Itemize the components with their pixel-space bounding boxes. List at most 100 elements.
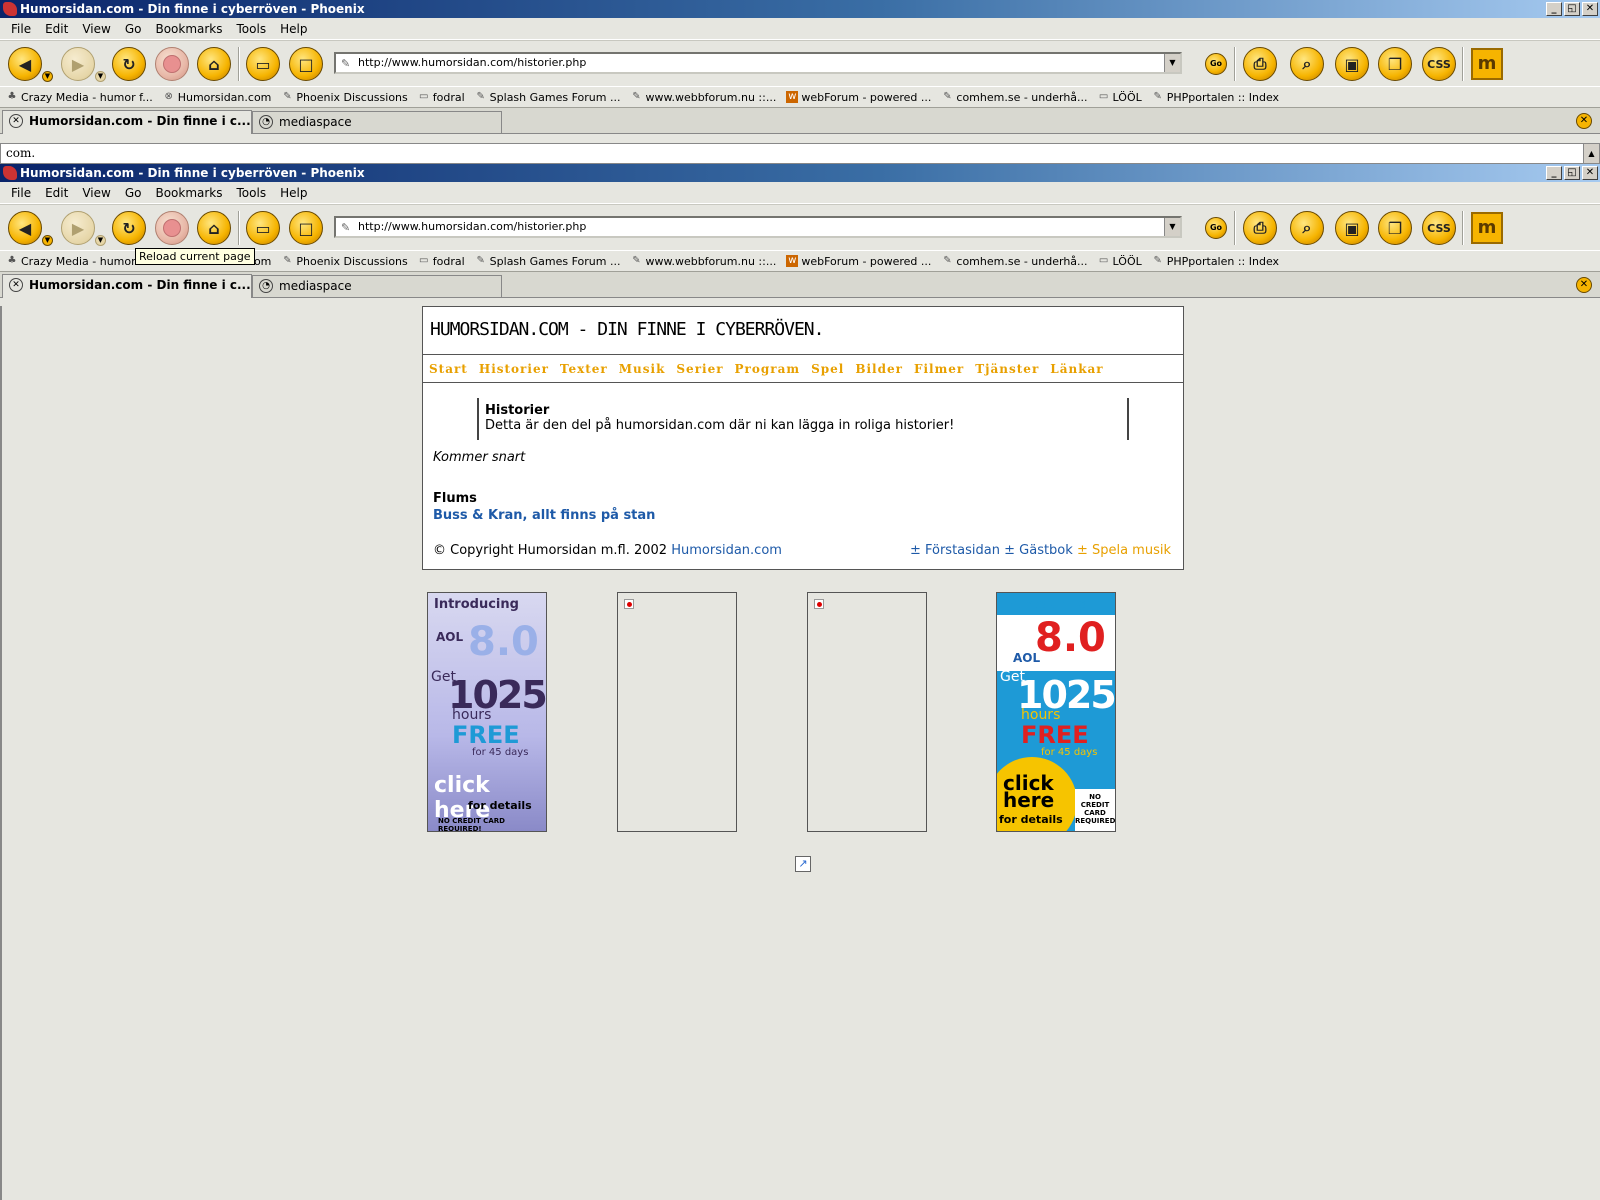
- m-logo-button[interactable]: m: [1471, 212, 1503, 244]
- close-button[interactable]: ✕: [1582, 2, 1598, 16]
- save-button[interactable]: ▣: [1335, 47, 1369, 81]
- tabs-button[interactable]: ❐: [1378, 47, 1412, 81]
- minimize-button[interactable]: _: [1546, 166, 1562, 180]
- menu-help[interactable]: Help: [273, 186, 314, 200]
- footer-link-start[interactable]: ± Förstasidan: [910, 543, 1000, 558]
- search-button[interactable]: ⌕: [1290, 211, 1324, 245]
- forward-button[interactable]: ▶: [61, 211, 95, 245]
- tab-mediaspace[interactable]: ◔ mediaspace: [252, 111, 502, 133]
- nav-lankar[interactable]: Länkar: [1050, 362, 1114, 376]
- m-logo-button[interactable]: m: [1471, 48, 1503, 80]
- menu-help[interactable]: Help: [273, 22, 314, 36]
- tab-mediaspace[interactable]: ◔ mediaspace: [252, 275, 502, 297]
- printer-button[interactable]: ⎙: [1243, 211, 1277, 245]
- bookmark-folder[interactable]: ▭ LÖÖL: [1098, 91, 1152, 104]
- menu-file[interactable]: File: [4, 186, 38, 200]
- restore-button[interactable]: ◱: [1564, 166, 1580, 180]
- print-button[interactable]: ▭: [246, 211, 280, 245]
- bookmark-folder[interactable]: ▭ fodral: [418, 255, 475, 268]
- forward-button[interactable]: ▶: [61, 47, 95, 81]
- bookmark-item[interactable]: ✎ www.webbforum.nu ::...: [630, 255, 786, 268]
- aol-banner-ad[interactable]: Introducing AOL 8.0 Get 1025 hours FREE …: [427, 592, 547, 832]
- nav-tjanster[interactable]: Tjänster: [975, 362, 1050, 376]
- bookmark-item[interactable]: ✎ www.webbforum.nu ::...: [630, 91, 786, 104]
- menu-tools[interactable]: Tools: [230, 22, 274, 36]
- go-button[interactable]: Go: [1205, 53, 1227, 75]
- menu-go[interactable]: Go: [118, 22, 149, 36]
- reload-button[interactable]: ↻: [112, 47, 146, 81]
- close-button[interactable]: ✕: [1582, 166, 1598, 180]
- menu-edit[interactable]: Edit: [38, 22, 75, 36]
- footer-link-guestbook[interactable]: ± Gästbok: [1004, 543, 1073, 558]
- minimize-button[interactable]: _: [1546, 2, 1562, 16]
- search-button[interactable]: ⌕: [1290, 47, 1324, 81]
- css-button[interactable]: CSS: [1422, 211, 1456, 245]
- nav-historier[interactable]: Historier: [479, 362, 560, 376]
- bookmark-item[interactable]: ♣ Crazy Media - humor f...: [6, 91, 163, 104]
- nav-musik[interactable]: Musik: [619, 362, 677, 376]
- url-dropdown-button[interactable]: ▼: [1164, 218, 1180, 236]
- css-button[interactable]: CSS: [1422, 47, 1456, 81]
- menu-file[interactable]: File: [4, 22, 38, 36]
- print-button[interactable]: ▭: [246, 47, 280, 81]
- nav-filmer[interactable]: Filmer: [914, 362, 975, 376]
- back-button[interactable]: ◀: [8, 211, 42, 245]
- menu-tools[interactable]: Tools: [230, 186, 274, 200]
- aol-banner-ad[interactable]: Introducing AOL 8.0 Get 1025 hours FREE …: [996, 592, 1116, 832]
- broken-image-ad[interactable]: [617, 592, 737, 832]
- url-field[interactable]: ✎ http://www.humorsidan.com/historier.ph…: [334, 216, 1182, 238]
- stop-button[interactable]: [155, 47, 189, 81]
- bookmark-item[interactable]: w webForum - powered ...: [786, 255, 941, 268]
- bookmark-item[interactable]: ✎ Splash Games Forum ...: [475, 91, 631, 104]
- new-window-button[interactable]: □: [289, 211, 323, 245]
- nav-start[interactable]: Start: [429, 362, 479, 376]
- menu-view[interactable]: View: [75, 186, 117, 200]
- footer-link-music[interactable]: ± Spela musik: [1077, 543, 1171, 558]
- forward-history-dropdown[interactable]: ▼: [95, 235, 106, 246]
- menu-edit[interactable]: Edit: [38, 186, 75, 200]
- nav-spel[interactable]: Spel: [811, 362, 855, 376]
- bookmark-item[interactable]: ✎ comhem.se - underhå...: [941, 255, 1097, 268]
- tab-humorsidan[interactable]: ✕ Humorsidan.com - Din finne i c...: [2, 110, 252, 134]
- bookmark-folder[interactable]: ▭ fodral: [418, 91, 475, 104]
- story-link[interactable]: Buss & Kran, allt finns på stan: [423, 506, 1183, 523]
- close-tab-icon[interactable]: ✕: [1576, 277, 1592, 293]
- nav-serier[interactable]: Serier: [676, 362, 734, 376]
- tab-humorsidan[interactable]: ✕ Humorsidan.com - Din finne i c...: [2, 274, 252, 298]
- menu-bookmarks[interactable]: Bookmarks: [148, 186, 229, 200]
- bookmark-item[interactable]: ✎ Phoenix Discussions: [281, 91, 417, 104]
- nav-program[interactable]: Program: [735, 362, 812, 376]
- bookmark-item[interactable]: ✎ Splash Games Forum ...: [475, 255, 631, 268]
- save-button[interactable]: ▣: [1335, 211, 1369, 245]
- scroll-up-icon[interactable]: ▲: [1583, 144, 1599, 163]
- footer-site-link[interactable]: Humorsidan.com: [671, 543, 782, 558]
- menu-go[interactable]: Go: [118, 186, 149, 200]
- stop-button[interactable]: [155, 211, 189, 245]
- printer-button[interactable]: ⎙: [1243, 47, 1277, 81]
- bookmark-item[interactable]: ✎ PHPportalen :: Index: [1152, 91, 1289, 104]
- nav-texter[interactable]: Texter: [560, 362, 619, 376]
- tabs-button[interactable]: ❐: [1378, 211, 1412, 245]
- nav-bilder[interactable]: Bilder: [855, 362, 914, 376]
- back-history-dropdown[interactable]: ▼: [42, 235, 53, 246]
- back-button[interactable]: ◀: [8, 47, 42, 81]
- forward-history-dropdown[interactable]: ▼: [95, 71, 106, 82]
- menu-view[interactable]: View: [75, 22, 117, 36]
- new-window-button[interactable]: □: [289, 47, 323, 81]
- back-history-dropdown[interactable]: ▼: [42, 71, 53, 82]
- stats-counter-icon[interactable]: ↗: [795, 856, 811, 872]
- bookmark-item[interactable]: ✎ Phoenix Discussions: [281, 255, 417, 268]
- bookmark-item[interactable]: ⊗ Humorsidan.com: [163, 91, 282, 104]
- url-dropdown-button[interactable]: ▼: [1164, 54, 1180, 72]
- restore-button[interactable]: ◱: [1564, 2, 1580, 16]
- broken-image-ad[interactable]: [807, 592, 927, 832]
- menu-bookmarks[interactable]: Bookmarks: [148, 22, 229, 36]
- home-button[interactable]: ⌂: [197, 211, 231, 245]
- go-button[interactable]: Go: [1205, 217, 1227, 239]
- close-tab-icon[interactable]: ✕: [1576, 113, 1592, 129]
- bookmark-item[interactable]: ✎ PHPportalen :: Index: [1152, 255, 1289, 268]
- home-button[interactable]: ⌂: [197, 47, 231, 81]
- reload-button[interactable]: ↻: [112, 211, 146, 245]
- bookmark-item[interactable]: ✎ comhem.se - underhå...: [941, 91, 1097, 104]
- url-field[interactable]: ✎ http://www.humorsidan.com/historier.ph…: [334, 52, 1182, 74]
